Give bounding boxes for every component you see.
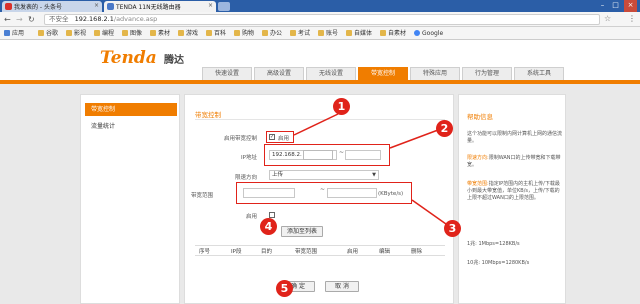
nav-advanced[interactable]: 高级设置 bbox=[254, 67, 304, 80]
tenda-logo: Tenda bbox=[100, 48, 157, 68]
url-host: 192.168.2.1 bbox=[74, 15, 114, 23]
tenda-logo-cn: 腾达 bbox=[164, 55, 184, 66]
router-header: Tenda 腾达 快速设置 高级设置 无线设置 带宽控制 特殊应用 行为管理 系… bbox=[0, 40, 640, 84]
range-label: 带宽范围 bbox=[191, 193, 214, 199]
divider bbox=[195, 119, 445, 120]
help-intro: 这个功能可以限制内网计算机上网的通信流量。 bbox=[467, 131, 563, 144]
rule-enable-checkbox[interactable] bbox=[269, 212, 275, 218]
page-favicon-icon bbox=[107, 3, 114, 10]
annotation-box-ip bbox=[264, 144, 390, 166]
help-panel: 帮助信息 这个功能可以限制内网计算机上网的通信流量。 限速方向:限制WAN口的上… bbox=[458, 94, 566, 304]
annotation-marker-4: 4 bbox=[260, 218, 277, 235]
col-index: 序号 bbox=[199, 249, 211, 255]
bookmark-item[interactable]: 自素材 bbox=[380, 29, 406, 38]
close-window-icon[interactable]: × bbox=[624, 0, 637, 12]
ip-label: IP地址 bbox=[241, 155, 257, 161]
back-arrow-icon[interactable]: ← bbox=[4, 15, 11, 24]
router-admin-page: Tenda 腾达 快速设置 高级设置 无线设置 带宽控制 特殊应用 行为管理 系… bbox=[0, 40, 640, 304]
bookmark-item[interactable]: 考试 bbox=[290, 29, 310, 38]
bookmark-item[interactable]: 谷歌 bbox=[38, 29, 58, 38]
cancel-button[interactable]: 取 消 bbox=[325, 281, 359, 292]
url-input[interactable]: 不安全 192.168.2.1/advance.asp bbox=[44, 14, 600, 25]
enable-label: 启用带宽控制 bbox=[223, 136, 257, 142]
bookmark-item[interactable]: 素材 bbox=[150, 29, 170, 38]
bookmark-item[interactable]: 办公 bbox=[262, 29, 282, 38]
help-direction: 限速方向:限制WAN口的上传带宽和下载带宽。 bbox=[467, 155, 561, 168]
new-tab-button[interactable] bbox=[218, 2, 230, 11]
col-delete: 删除 bbox=[411, 249, 423, 255]
bookmark-item[interactable]: 账号 bbox=[318, 29, 338, 38]
forward-arrow-icon[interactable]: → bbox=[16, 15, 23, 24]
sidebar-item-traffic[interactable]: 流量统计 bbox=[85, 120, 177, 133]
annotation-box-enable bbox=[266, 131, 294, 143]
tab-title: TENDA 11N无线路由器 bbox=[116, 4, 181, 11]
bookmark-item[interactable]: 图像 bbox=[122, 29, 142, 38]
toutiao-favicon-icon bbox=[5, 3, 12, 10]
bookmark-item[interactable]: 自媒体 bbox=[346, 29, 372, 38]
direction-value: 上传 bbox=[272, 172, 284, 178]
annotation-box-range bbox=[236, 182, 412, 204]
not-secure-label: 不安全 bbox=[49, 15, 69, 23]
maximize-icon[interactable]: □ bbox=[609, 0, 622, 12]
page-title: 带宽控制 bbox=[195, 111, 221, 119]
nav-quick-setup[interactable]: 快速设置 bbox=[202, 67, 252, 80]
nav-wireless[interactable]: 无线设置 bbox=[306, 67, 356, 80]
browser-menu-icon[interactable]: ⋮ bbox=[628, 14, 636, 23]
annotation-marker-3: 3 bbox=[444, 220, 461, 237]
annotation-marker-2: 2 bbox=[436, 120, 453, 137]
url-path: /advance.asp bbox=[113, 15, 158, 23]
nav-special-apps[interactable]: 特殊应用 bbox=[410, 67, 460, 80]
reload-icon[interactable]: ↻ bbox=[28, 15, 35, 24]
minimize-icon[interactable]: – bbox=[596, 0, 609, 12]
col-enable: 启用 bbox=[347, 249, 359, 255]
add-to-list-button[interactable]: 添加至列表 bbox=[281, 226, 323, 237]
close-tab-icon[interactable]: × bbox=[94, 2, 99, 9]
tab-title: 我发表的 - 头条号 bbox=[14, 4, 62, 11]
sidebar: 带宽控制 流量统计 bbox=[80, 94, 180, 304]
bookmarks-bar: 应用 谷歌 影视 编程 图像 素材 游戏 百科 购物 办公 考试 账号 自媒体 … bbox=[0, 27, 640, 40]
bookmark-item[interactable]: 影视 bbox=[66, 29, 86, 38]
address-bar-row: ← → ↻ 不安全 192.168.2.1/advance.asp ☆ ⋮ bbox=[0, 12, 640, 27]
direction-label: 限速方向 bbox=[234, 175, 257, 181]
bookmark-item[interactable]: 购物 bbox=[234, 29, 254, 38]
browser-tab-2[interactable]: TENDA 11N无线路由器 × bbox=[104, 1, 216, 12]
direction-select[interactable]: 上传 ▼ bbox=[269, 170, 379, 180]
browser-tab-1[interactable]: 我发表的 - 头条号 × bbox=[2, 1, 102, 12]
close-tab-icon[interactable]: × bbox=[208, 2, 213, 9]
help-1mbps: 1兆: 1Mbps=128KB/s bbox=[467, 241, 520, 247]
bookmark-apps[interactable]: 应用 bbox=[4, 29, 24, 38]
browser-tab-bar: 我发表的 - 头条号 × TENDA 11N无线路由器 × – □ × bbox=[0, 0, 640, 12]
bookmark-star-icon[interactable]: ☆ bbox=[604, 14, 611, 23]
col-ip: IP段 bbox=[231, 249, 242, 255]
col-range: 带宽范围 bbox=[295, 249, 318, 255]
rule-enable-label: 启用 bbox=[245, 214, 257, 220]
col-dest: 目的 bbox=[261, 249, 273, 255]
bookmark-google[interactable]: Google bbox=[414, 29, 443, 38]
annotation-marker-5: 5 bbox=[276, 280, 293, 297]
help-10mbps: 10兆: 10Mbps=1280KB/s bbox=[467, 260, 530, 266]
bookmark-item[interactable]: 编程 bbox=[94, 29, 114, 38]
sidebar-item-bandwidth[interactable]: 带宽控制 bbox=[85, 103, 177, 116]
col-edit: 编辑 bbox=[379, 249, 391, 255]
help-title: 帮助信息 bbox=[467, 113, 493, 121]
rules-table-header: 序号 IP段 目的 带宽范围 启用 编辑 删除 bbox=[195, 245, 445, 256]
bookmark-item[interactable]: 游戏 bbox=[178, 29, 198, 38]
annotation-marker-1: 1 bbox=[333, 98, 350, 115]
bookmark-item[interactable]: 百科 bbox=[206, 29, 226, 38]
nav-system-tools[interactable]: 系统工具 bbox=[514, 67, 564, 80]
chevron-down-icon: ▼ bbox=[372, 172, 376, 178]
nav-behavior[interactable]: 行为管理 bbox=[462, 67, 512, 80]
help-range: 带宽范围:指定IP范围内的主机上传/下载最小到最大带宽值，单位KB/s，上传/下… bbox=[467, 181, 560, 201]
nav-bandwidth[interactable]: 带宽控制 bbox=[358, 67, 408, 80]
